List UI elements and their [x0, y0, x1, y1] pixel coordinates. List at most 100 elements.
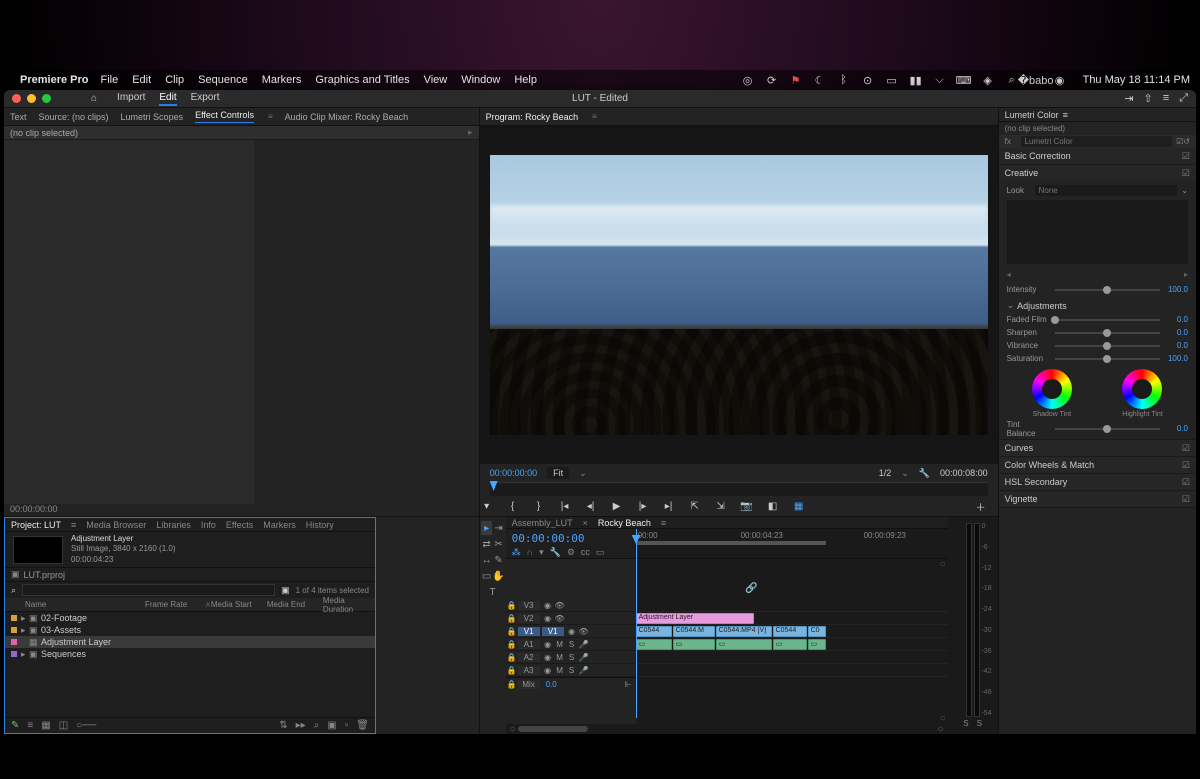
- button-editor-icon[interactable]: ＋: [974, 499, 988, 513]
- new-bin-icon[interactable]: ▣: [281, 585, 290, 596]
- mix-value[interactable]: 0.0: [546, 680, 557, 689]
- clip-adjustment[interactable]: Adjustment Layer: [636, 613, 754, 624]
- faded-film-slider[interactable]: [1055, 319, 1160, 321]
- tint-balance-slider[interactable]: [1055, 428, 1160, 430]
- voice-icon[interactable]: 🎤: [578, 640, 590, 649]
- menu-clip[interactable]: Clip: [165, 74, 184, 86]
- clip-audio[interactable]: ▭: [673, 639, 715, 650]
- lumetri-title[interactable]: Lumetri Color: [1005, 110, 1059, 120]
- tab-project[interactable]: Project: LUT: [11, 520, 61, 530]
- dnd-icon[interactable]: ☾: [813, 73, 827, 87]
- toggle-output-icon[interactable]: ◉: [566, 627, 578, 636]
- resolution-dropdown-icon[interactable]: ⌄: [901, 468, 909, 479]
- col-mediaduration[interactable]: Media Duration: [323, 596, 369, 614]
- find-icon[interactable]: ⌕: [314, 720, 320, 731]
- caption-icon[interactable]: cc: [581, 547, 590, 558]
- airdrop-icon[interactable]: ◈: [981, 73, 995, 87]
- zoom-dropdown-icon[interactable]: ⌄: [579, 468, 587, 479]
- clip-video[interactable]: C0544: [636, 626, 672, 637]
- fullscreen-icon[interactable]: ⤢: [1179, 92, 1188, 105]
- panel-menu-icon[interactable]: ≡: [1063, 110, 1068, 120]
- tab-media-browser[interactable]: Media Browser: [86, 520, 146, 530]
- section-basic-correction[interactable]: Basic Correction☑: [999, 148, 1196, 164]
- clip-audio[interactable]: ▭: [773, 639, 807, 650]
- mute-icon[interactable]: M: [554, 640, 566, 649]
- timeline-ruler[interactable]: 00:00 00:00:04:23 00:00:09:23: [636, 529, 948, 558]
- zoom-slider[interactable]: ○──: [76, 720, 96, 731]
- list-item[interactable]: ▸▣02-Footage: [5, 612, 375, 624]
- expand-icon[interactable]: ⊩: [625, 680, 632, 689]
- toggle-sync-icon[interactable]: 👁: [554, 614, 566, 623]
- mute-icon[interactable]: M: [554, 666, 566, 675]
- timeline-content[interactable]: 🔗 Adjustment Layer C0544 C0544.M C0544.M…: [636, 559, 948, 724]
- list-item[interactable]: ▸▣Sequences: [5, 648, 375, 660]
- tab-lumetri-scopes[interactable]: Lumetri Scopes: [121, 112, 184, 122]
- icon-view-icon[interactable]: ▦: [41, 720, 50, 731]
- tab-program[interactable]: Program: Rocky Beach: [486, 112, 579, 122]
- col-name[interactable]: Name: [25, 600, 145, 609]
- automate-icon[interactable]: ▸▸: [296, 720, 306, 731]
- look-dropdown-icon[interactable]: ⌄: [1181, 186, 1188, 195]
- solo-left[interactable]: S: [963, 719, 968, 728]
- battery-icon[interactable]: ▮▮: [909, 73, 923, 87]
- app-name[interactable]: Premiere Pro: [20, 74, 88, 86]
- video-preview[interactable]: [490, 155, 988, 435]
- list-view-icon[interactable]: ≡: [27, 720, 33, 731]
- track-v2[interactable]: V2: [518, 614, 540, 623]
- shadow-tint-wheel[interactable]: [1032, 369, 1072, 409]
- tab-info[interactable]: Info: [201, 520, 216, 530]
- display-icon[interactable]: ▭: [885, 73, 899, 87]
- new-item-icon[interactable]: ▫: [345, 720, 349, 731]
- step-back-icon[interactable]: ◂|: [584, 499, 598, 513]
- hand-tool-icon[interactable]: ✋: [493, 569, 504, 583]
- search-icon[interactable]: ⌕: [1005, 73, 1019, 87]
- tab-text[interactable]: Text: [10, 112, 27, 122]
- track-a2[interactable]: A2: [518, 653, 540, 662]
- solo-icon[interactable]: S: [566, 640, 578, 649]
- safe-margins-icon[interactable]: ▦: [792, 499, 806, 513]
- mute-icon[interactable]: M: [554, 653, 566, 662]
- timeline-zoom-scroll[interactable]: ○○: [506, 724, 948, 734]
- toggle-output-icon[interactable]: ◉: [542, 614, 554, 623]
- control-center-icon[interactable]: �babo: [1029, 73, 1043, 87]
- menu-help[interactable]: Help: [514, 74, 537, 86]
- pen-tool-icon[interactable]: ✎: [493, 553, 504, 567]
- track-a3[interactable]: A3: [518, 666, 540, 675]
- bypass-icon[interactable]: ☑: [1176, 137, 1183, 146]
- section-hsl-secondary[interactable]: HSL Secondary☑: [999, 474, 1196, 490]
- settings-icon[interactable]: 🔧: [919, 468, 930, 479]
- panel-menu-icon[interactable]: ≡: [268, 112, 273, 121]
- voice-icon[interactable]: 🎤: [578, 653, 590, 662]
- pen-icon[interactable]: ✎: [11, 720, 19, 731]
- resolution-select[interactable]: 1/2: [879, 468, 892, 478]
- home-icon[interactable]: ⌂: [91, 93, 97, 104]
- sort-icon[interactable]: ⇅: [279, 720, 287, 731]
- next-look-icon[interactable]: ▸: [1184, 270, 1188, 279]
- snap-icon[interactable]: ⁂: [512, 547, 521, 558]
- section-curves[interactable]: Curves☑: [999, 440, 1196, 456]
- col-mediastart[interactable]: Media Start: [211, 600, 267, 609]
- lumetri-effect-name[interactable]: Lumetri Color: [1021, 136, 1173, 147]
- intensity-value[interactable]: 100.0: [1164, 285, 1188, 294]
- solo-icon[interactable]: S: [566, 653, 578, 662]
- tab-history[interactable]: History: [306, 520, 334, 530]
- razor-tool-icon[interactable]: ✂: [493, 537, 504, 551]
- menu-edit[interactable]: Edit: [132, 74, 151, 86]
- search-input[interactable]: [22, 584, 275, 596]
- rectangle-tool-icon[interactable]: ▭: [481, 569, 492, 583]
- playhead-icon[interactable]: [490, 481, 498, 491]
- mode-edit[interactable]: Edit: [159, 92, 176, 106]
- track-v3[interactable]: V3: [518, 601, 540, 610]
- prev-look-icon[interactable]: ◂: [1007, 270, 1011, 279]
- section-vignette[interactable]: Vignette☑: [999, 491, 1196, 507]
- track-select-tool-icon[interactable]: ⇥: [493, 521, 504, 535]
- menu-graphics[interactable]: Graphics and Titles: [315, 74, 409, 86]
- toggle-output-icon[interactable]: ◉: [542, 601, 554, 610]
- settings-icon[interactable]: 🔧: [550, 547, 561, 558]
- section-color-wheels[interactable]: Color Wheels & Match☑: [999, 457, 1196, 473]
- marker-icon[interactable]: ▾: [539, 547, 544, 558]
- col-framerate[interactable]: Frame Rate: [145, 600, 205, 609]
- linked-selection-icon[interactable]: ∩: [527, 547, 533, 558]
- zoom-fit[interactable]: Fit: [547, 467, 569, 479]
- mode-import[interactable]: Import: [117, 92, 145, 106]
